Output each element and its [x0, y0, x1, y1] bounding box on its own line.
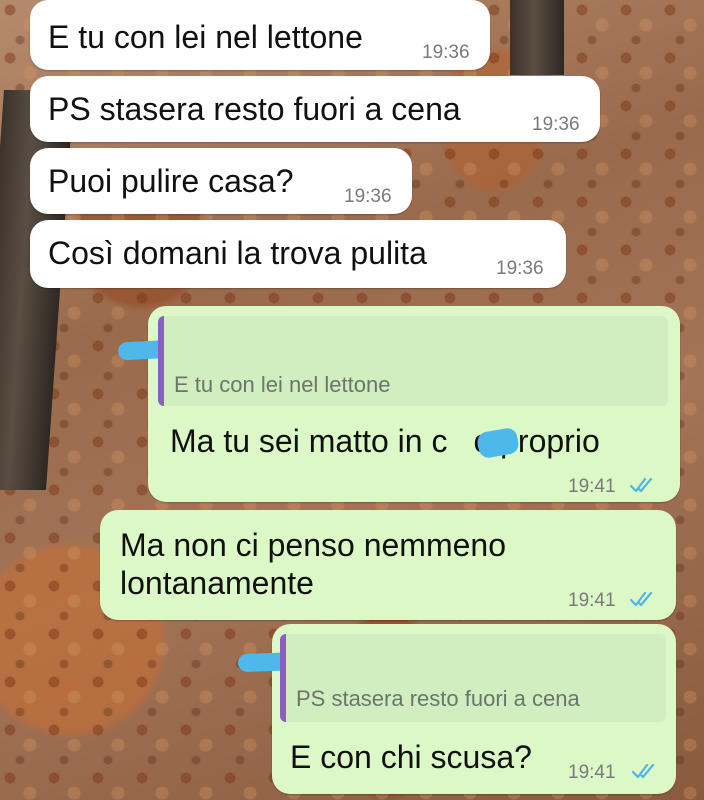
quoted-text: PS stasera resto fuori a cena: [296, 686, 580, 711]
incoming-message[interactable]: PS stasera resto fuori a cena 19:36: [30, 76, 600, 142]
message-text: E tu con lei nel lettone: [48, 19, 363, 55]
outgoing-message[interactable]: E tu con lei nel lettone Ma tu sei matto…: [117, 306, 680, 502]
message-text-start: Ma tu sei matto in c: [170, 423, 448, 459]
double-check-icon: [630, 477, 653, 493]
message-text: Puoi pulire casa?: [48, 163, 294, 199]
message-text: E con chi scusa?: [290, 739, 532, 775]
message-time: 19:36: [422, 42, 470, 63]
message-time: 19:36: [532, 114, 580, 135]
message-text: Ma tu sei matto in co proprio: [170, 422, 600, 460]
incoming-message[interactable]: Così domani la trova pulita 19:36: [30, 220, 566, 288]
chat-screen: { "messages": { "m1": { "text": "E tu co…: [0, 0, 704, 800]
double-check-icon: [630, 591, 653, 607]
message-text: Così domani la trova pulita: [48, 235, 427, 271]
message-time: 19:41: [568, 762, 616, 783]
outgoing-message[interactable]: PS stasera resto fuori a cena E con chi …: [237, 624, 676, 794]
message-time: 19:41: [568, 476, 616, 497]
message-text: PS stasera resto fuori a cena: [48, 91, 461, 127]
outgoing-message[interactable]: Ma non ci penso nemmeno lontanamente 19:…: [100, 510, 676, 620]
quoted-text: E tu con lei nel lettone: [174, 372, 391, 397]
message-time: 19:36: [344, 186, 392, 207]
message-time: 19:36: [496, 258, 544, 279]
double-check-icon: [632, 763, 655, 779]
message-text-line1: Ma non ci penso nemmeno: [120, 527, 506, 563]
message-text-line2: lontanamente: [120, 565, 314, 601]
quote-accent-bar: [280, 634, 286, 722]
quoted-message[interactable]: PS stasera resto fuori a cena: [280, 634, 666, 722]
quoted-message[interactable]: E tu con lei nel lettone: [158, 316, 668, 406]
tree-trunk-top: [510, 0, 564, 75]
incoming-message[interactable]: E tu con lei nel lettone 19:36: [30, 0, 490, 70]
quote-accent-bar: [158, 316, 164, 406]
incoming-message[interactable]: Puoi pulire casa? 19:36: [30, 148, 412, 214]
message-time: 19:41: [568, 590, 616, 611]
